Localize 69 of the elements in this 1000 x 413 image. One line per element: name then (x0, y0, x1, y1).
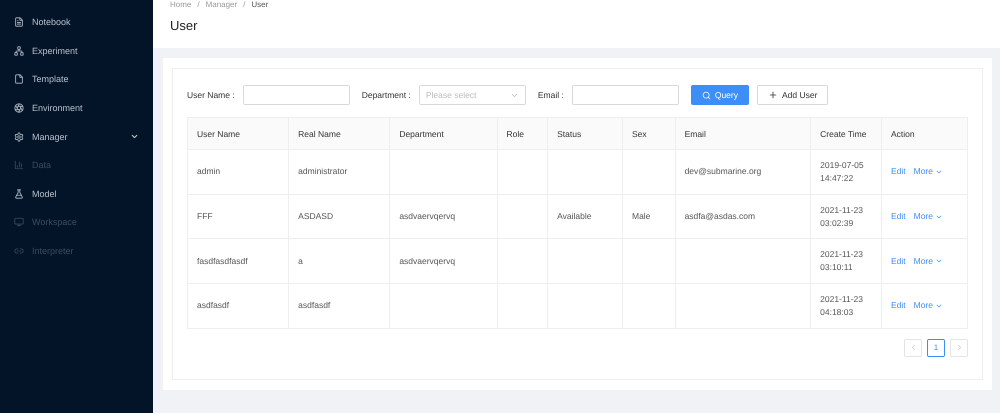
query-button[interactable]: Query (690, 85, 749, 105)
table-cell: admin (188, 150, 289, 194)
notebook-icon (14, 17, 24, 28)
column-header: Department (390, 118, 498, 150)
table-cell: 2021-11-23 03:02:39 (810, 194, 882, 239)
monitor-icon (14, 217, 24, 228)
table-cell: 2021-11-23 04:18:03 (810, 284, 882, 328)
table-cell: FFF (188, 194, 289, 239)
table-cell: asdfa@asdas.com (675, 194, 811, 239)
input-field[interactable] (242, 85, 350, 105)
more-link[interactable]: More (914, 165, 943, 178)
column-header: Email (675, 118, 811, 150)
filter-label: Department : (362, 90, 411, 100)
table-cell: asdfasdf (188, 284, 289, 328)
table-cell: 2021-11-23 03:10:11 (810, 238, 882, 284)
sidebar-item[interactable]: Experiment (0, 36, 153, 66)
next-page-button[interactable] (950, 338, 968, 357)
page-button[interactable]: 1 (927, 338, 945, 357)
table-cell: fasdfasdfasdf (188, 238, 289, 284)
sidebar-item[interactable]: Model (0, 180, 153, 208)
breadcrumb-item[interactable]: Manager (206, 0, 238, 9)
table-cell: dev@submarine.org (675, 150, 811, 194)
file-icon (14, 74, 24, 84)
edit-link[interactable]: Edit (890, 210, 906, 224)
filter-label: Email : (538, 90, 564, 100)
link-icon (14, 246, 24, 256)
sidebar-item[interactable]: Template (0, 65, 153, 94)
table-cell: asdfasdf (288, 284, 390, 328)
column-header: User Name (188, 118, 289, 150)
column-header: Role (497, 118, 548, 150)
table-cell: administrator (288, 150, 390, 194)
aperture-icon (14, 103, 24, 114)
more-link[interactable]: More (914, 210, 943, 224)
table-cell: a (288, 238, 390, 284)
breadcrumb-separator: / (197, 0, 200, 9)
more-link[interactable]: More (914, 299, 943, 312)
column-header: Real Name (288, 118, 390, 150)
table-cell: 2019-07-05 14:47:22 (810, 150, 882, 194)
previous-page-button[interactable] (904, 338, 922, 357)
sidebar-item[interactable]: Manager (0, 122, 153, 151)
filter-label: User Name : (187, 90, 235, 100)
edit-link[interactable]: Edit (890, 254, 906, 268)
table-cell: asdvaervqervq (390, 194, 498, 239)
sidebar-item[interactable]: Environment (0, 94, 153, 122)
table-cell: ASDASD (288, 194, 390, 239)
page-title: User (170, 18, 198, 33)
edit-link[interactable]: Edit (890, 165, 906, 178)
add-user-button[interactable]: Add User (757, 85, 828, 105)
breadcrumb-item[interactable]: Home (170, 0, 192, 9)
hierarchy-icon (14, 46, 24, 56)
column-header: Sex (622, 118, 676, 150)
sidebar-item[interactable]: Notebook (0, 8, 153, 37)
search-icon (702, 90, 711, 100)
breadcrumb-separator: / (243, 0, 246, 9)
table-cell: Male (622, 194, 676, 239)
input-field[interactable] (572, 85, 679, 105)
settings-icon (14, 132, 24, 142)
table-cell: Available (548, 194, 622, 239)
column-header: Action (881, 118, 968, 150)
more-link[interactable]: More (914, 254, 943, 268)
edit-link[interactable]: Edit (890, 299, 906, 312)
column-header: Create Time (810, 118, 882, 150)
bar-chart-icon (14, 160, 24, 170)
flask-icon (14, 188, 24, 199)
table-cell: asdvaervqervq (390, 238, 498, 284)
plus-icon (768, 90, 778, 100)
department-select[interactable]: Please select (418, 85, 526, 105)
column-header: Status (548, 118, 622, 150)
breadcrumb-item[interactable]: User (251, 0, 268, 9)
